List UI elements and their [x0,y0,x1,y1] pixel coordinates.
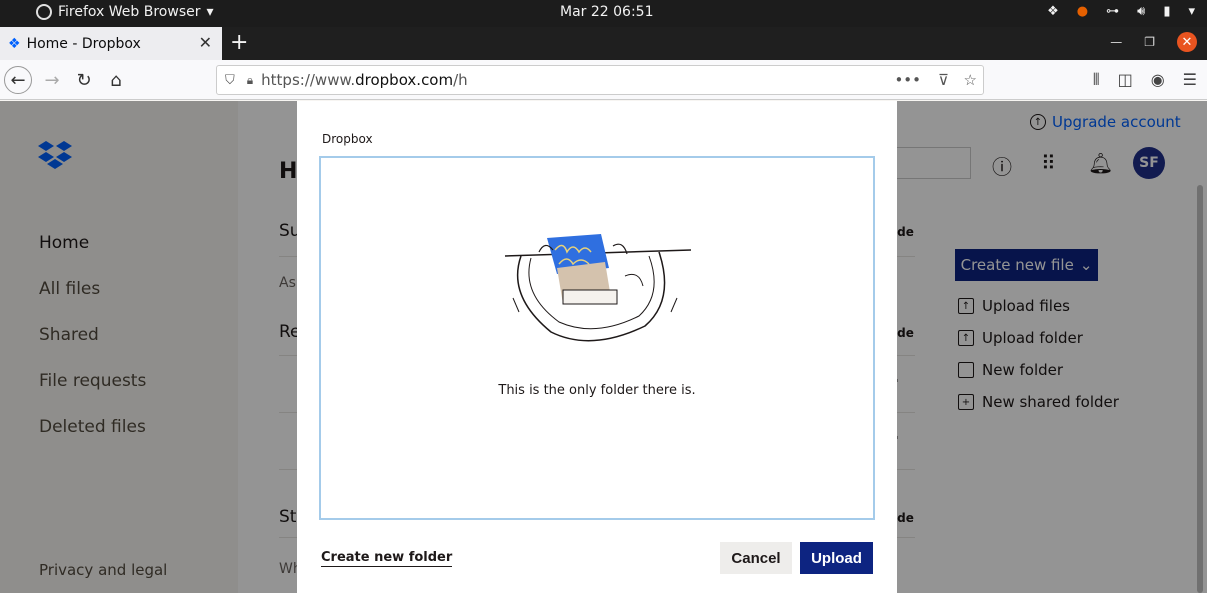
url-domain: dropbox.com [355,71,454,89]
empty-folder-illustration [504,234,692,342]
dropbox-tray-icon[interactable]: ❖ [1047,4,1059,19]
window-controls: — ❐ ✕ [1110,32,1197,52]
system-tray[interactable]: ❖ ● ⊶ 🔊︎ ▮ ▾ [1047,4,1195,19]
account-icon[interactable]: ◉ [1151,70,1165,90]
power-menu-icon[interactable]: ▾ [1188,4,1195,19]
empty-folder-message: This is the only folder there is. [498,383,696,398]
system-clock[interactable]: Mar 22 06:51 [560,4,653,20]
create-new-folder-link[interactable]: Create new folder [321,550,453,567]
url-bar[interactable]: ⛉ 🔒︎ https://www.dropbox.com/h ••• ⊽ ☆ [216,65,984,95]
library-icon[interactable]: ⫴ [1093,70,1100,90]
new-tab-button[interactable]: + [230,30,248,55]
bookmark-star-icon[interactable]: ☆ [964,71,977,89]
upload-button[interactable]: Upload [800,542,873,574]
forward-button[interactable]: → [38,66,66,94]
pocket-icon[interactable]: ⊽ [938,71,949,89]
restore-icon[interactable]: ❐ [1144,35,1155,49]
reload-button[interactable]: ↻ [70,66,98,94]
lock-icon: 🔒︎ [246,72,254,87]
dropdown-arrow-icon: ▾ [206,4,214,20]
battery-icon[interactable]: ▮ [1163,4,1170,19]
firefox-tray-icon[interactable]: ● [1077,4,1088,19]
minimize-icon[interactable]: — [1110,35,1122,49]
app-name: Firefox Web Browser [58,4,201,20]
site-info-icon[interactable]: ⛉ [225,73,235,88]
tab-dropbox-home[interactable]: ❖ Home - Dropbox ✕ [0,27,222,60]
firefox-icon [36,4,52,20]
cancel-button[interactable]: Cancel [720,542,792,574]
app-menu[interactable]: Firefox Web Browser ▾ [36,4,214,20]
folder-picker[interactable]: This is the only folder there is. [319,156,875,520]
page-actions-icon[interactable]: ••• [894,71,921,89]
url-text: https://www.dropbox.com/h [261,71,468,89]
network-icon[interactable]: ⊶ [1106,4,1119,19]
dropbox-chooser-modal: Dropbox This is the only folder there is… [297,101,897,593]
tab-title: Home - Dropbox [26,35,141,52]
navigation-toolbar: ← → ↻ ⌂ ⛉ 🔒︎ https://www.dropbox.com/h •… [0,60,1207,100]
back-button[interactable]: ← [4,66,32,94]
close-window-icon[interactable]: ✕ [1177,32,1197,52]
url-suffix: /h [453,71,468,89]
hamburger-menu-icon[interactable]: ☰ [1183,70,1197,90]
sidebar-toggle-icon[interactable]: ◫ [1118,70,1133,90]
close-tab-icon[interactable]: ✕ [199,33,212,52]
system-top-bar: Firefox Web Browser ▾ Mar 22 06:51 ❖ ● ⊶… [0,0,1207,27]
toolbar-right: ⫴ ◫ ◉ ☰ [1093,70,1197,90]
home-button[interactable]: ⌂ [102,66,130,94]
modal-title: Dropbox [322,132,373,146]
tab-strip: ❖ Home - Dropbox ✕ + — ❐ ✕ [0,27,1207,60]
volume-icon[interactable]: 🔊︎ [1137,4,1145,19]
url-prefix: https://www. [261,71,356,89]
dropbox-favicon-icon: ❖ [8,35,21,52]
